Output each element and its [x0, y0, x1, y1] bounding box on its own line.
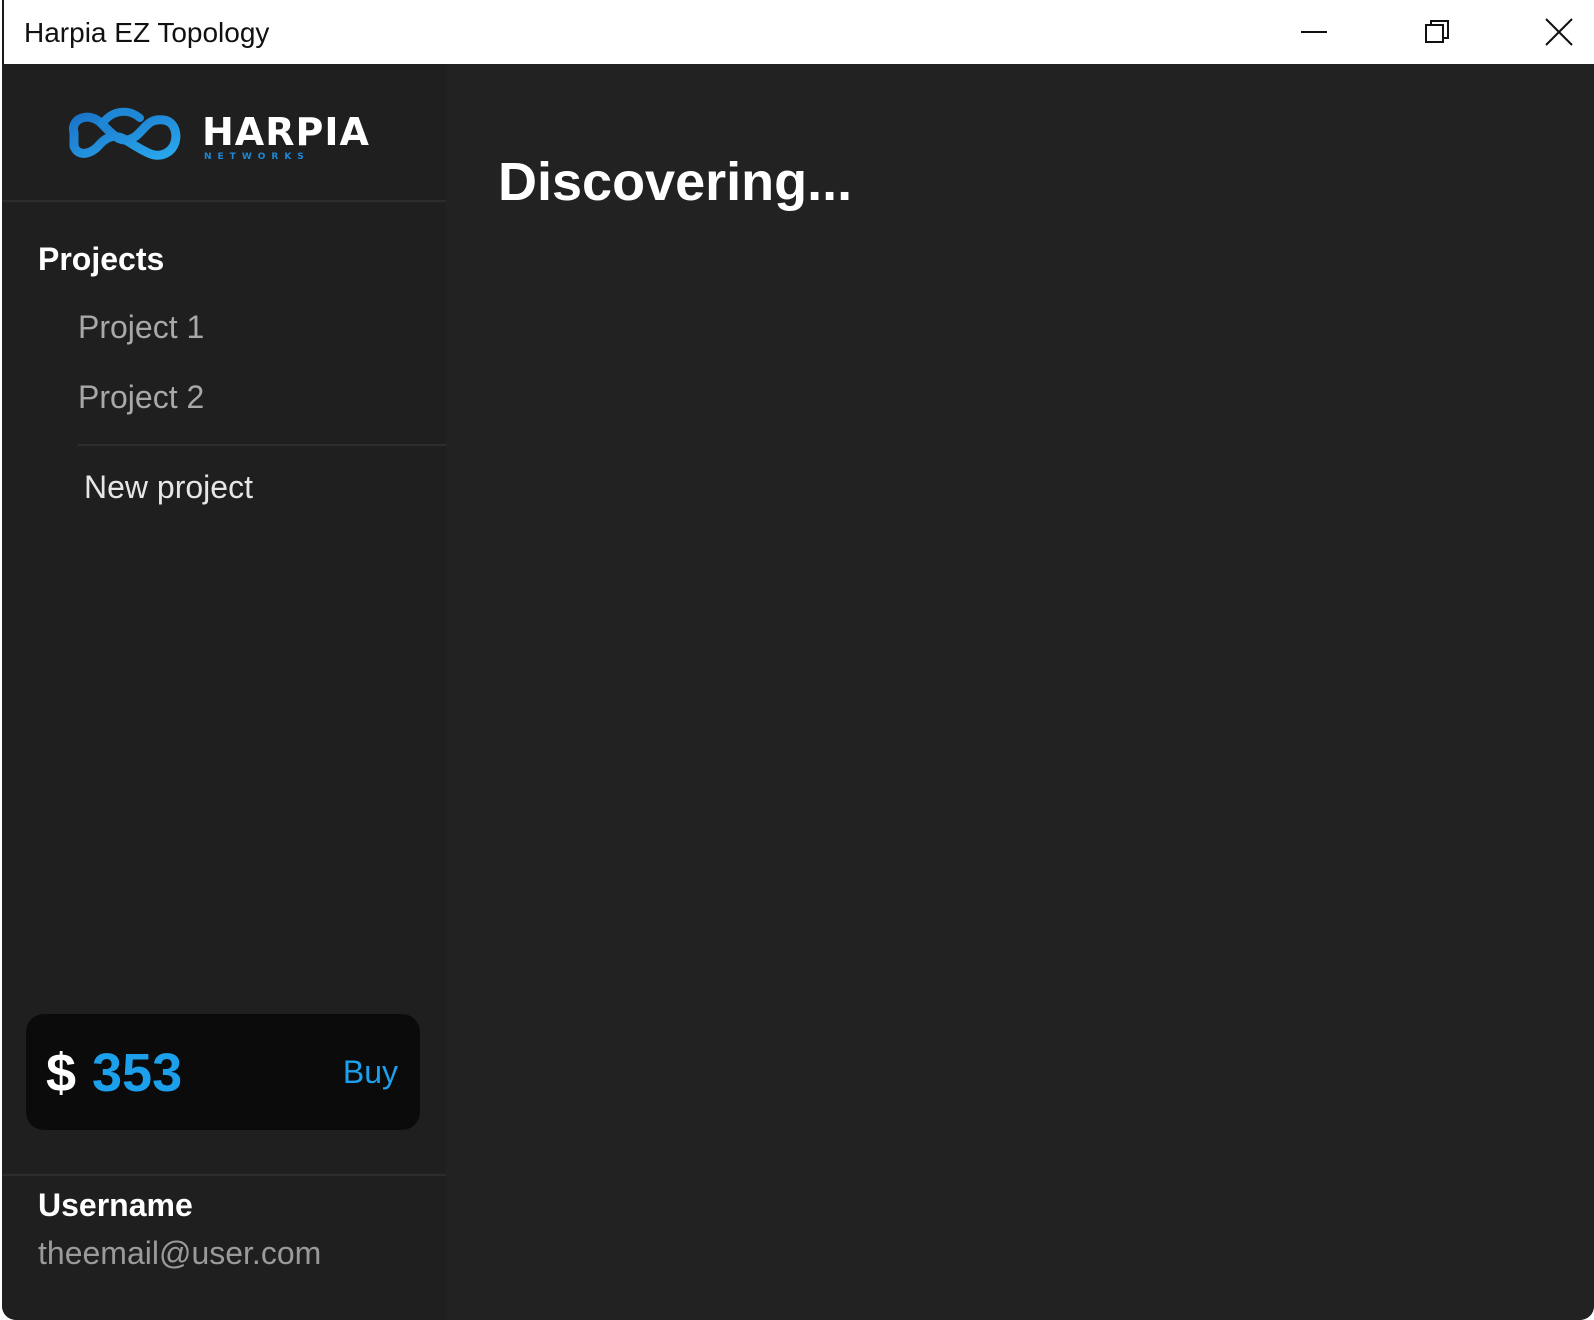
status-title: Discovering... — [498, 152, 853, 212]
credits-currency-symbol: $ — [46, 1043, 77, 1103]
user-name: Username — [38, 1187, 193, 1223]
restore-icon — [1425, 20, 1449, 43]
title-bar[interactable]: Harpia EZ Topology — [2, 0, 1594, 64]
main-content: Discovering... — [446, 64, 1594, 1320]
maximize-button[interactable] — [1377, 0, 1497, 64]
credits-card: $ 353 Buy — [26, 1014, 420, 1130]
user-divider — [2, 1174, 446, 1176]
minimize-button[interactable] — [1254, 0, 1374, 64]
app-window: Harpia EZ Topology HARPIA NETWORKS Proje… — [0, 0, 1594, 1320]
close-button[interactable] — [1499, 0, 1594, 64]
logo-subtitle: NETWORKS — [204, 152, 310, 162]
projects-divider — [78, 444, 446, 446]
projects-heading: Projects — [38, 241, 165, 277]
buy-button[interactable]: Buy — [343, 1052, 398, 1092]
app-body: HARPIA NETWORKS Projects Project 1 Proje… — [2, 64, 1594, 1320]
minimize-icon — [1301, 31, 1327, 33]
sidebar: HARPIA NETWORKS Projects Project 1 Proje… — [2, 64, 446, 1320]
sidebar-item-project-2[interactable]: Project 2 — [78, 378, 204, 416]
new-project-button[interactable]: New project — [84, 468, 253, 506]
brand-logo: HARPIA NETWORKS — [66, 102, 386, 172]
credits-amount: 353 — [92, 1043, 183, 1103]
sidebar-item-project-1[interactable]: Project 1 — [78, 308, 204, 346]
window-title: Harpia EZ Topology — [24, 17, 270, 48]
sidebar-divider — [2, 200, 446, 202]
logo-wordmark: HARPIA — [202, 110, 370, 154]
user-email: theemail@user.com — [38, 1235, 322, 1271]
harpia-logo-icon — [69, 107, 181, 160]
close-icon — [1545, 18, 1573, 46]
